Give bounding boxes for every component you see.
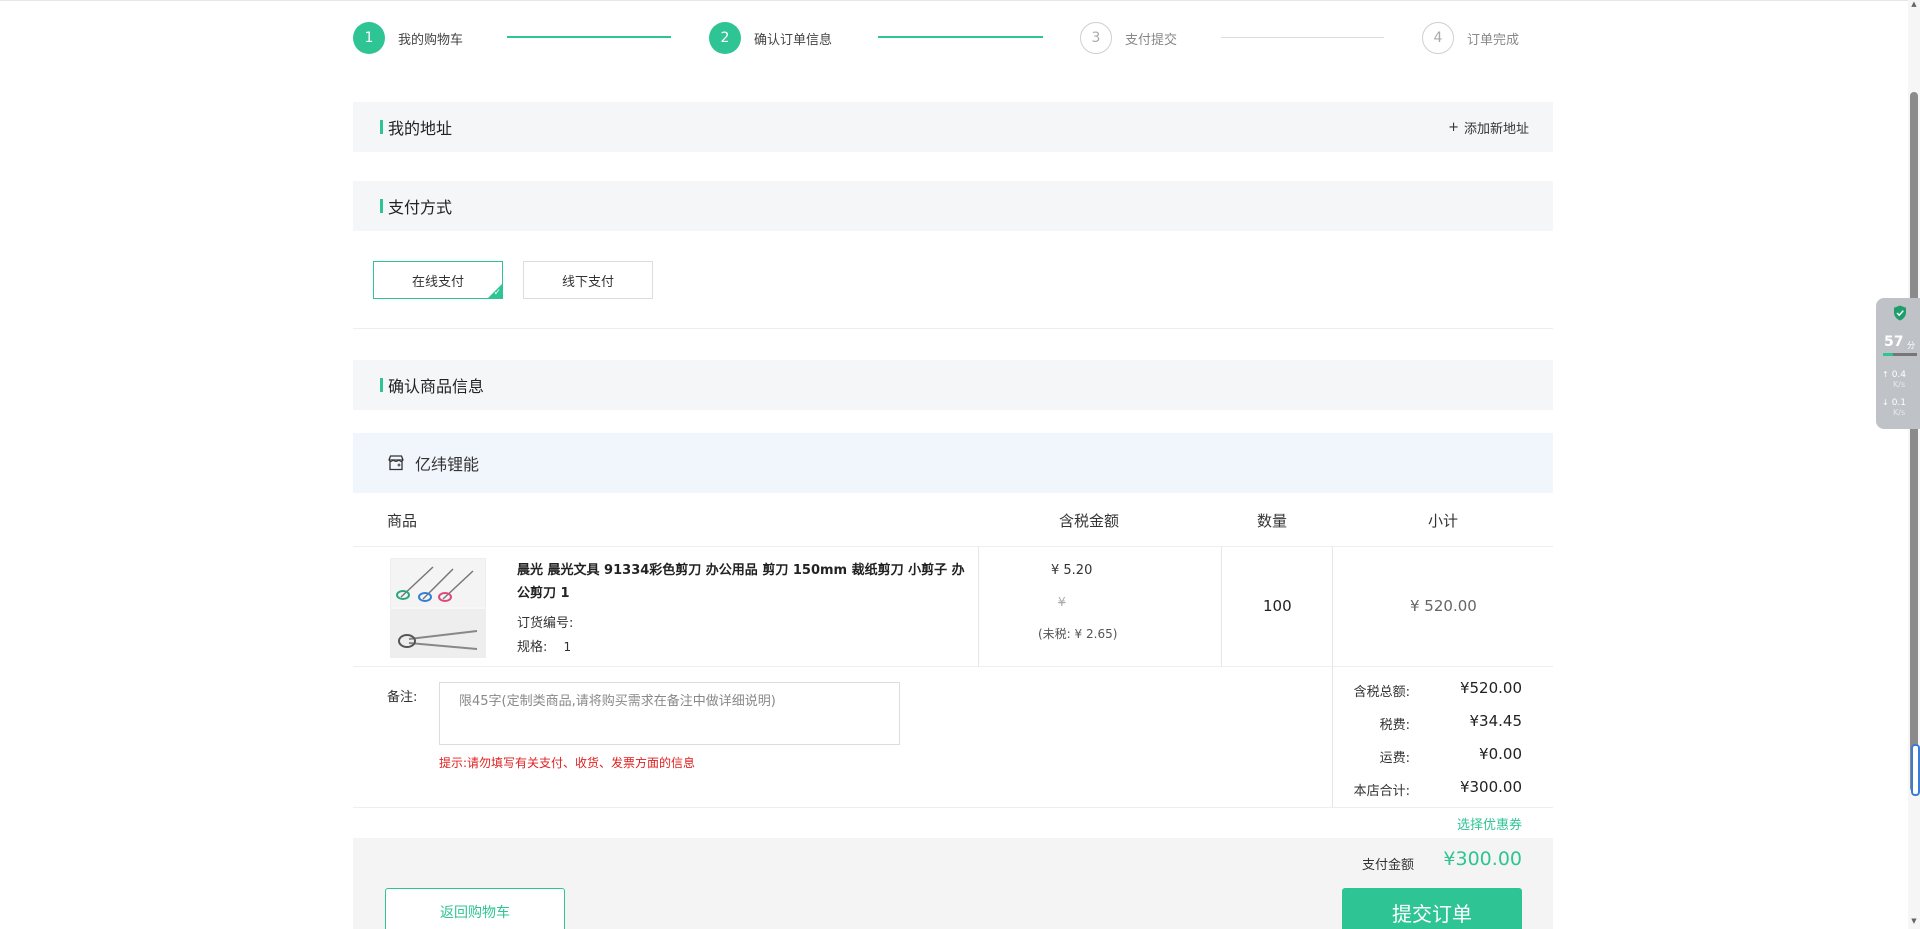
address-section: 我的地址 + 添加新地址	[353, 102, 1553, 152]
summary-divider	[353, 807, 1553, 808]
add-address-link[interactable]: + 添加新地址	[1448, 118, 1529, 137]
column-divider	[978, 547, 979, 667]
payment-option-label: 在线支付	[411, 274, 464, 290]
section-mark	[380, 378, 383, 392]
summary-label-store-total: 本店合计:	[1353, 784, 1410, 799]
product-spec: 规格: 1	[517, 636, 571, 655]
step-label: 支付提交	[1125, 32, 1178, 48]
scroll-up-icon[interactable]: ▲	[1910, 0, 1918, 8]
summary-label-shipping: 运费:	[1379, 751, 1410, 766]
summary-value-store-total: ¥300.00	[1459, 778, 1522, 796]
scissors-image	[391, 559, 485, 657]
upload-speed-unit: K/s	[1893, 380, 1906, 389]
column-divider	[1332, 547, 1333, 807]
step-payment: 3 支付提交	[1080, 21, 1177, 55]
download-arrow-icon: ↓	[1882, 398, 1889, 407]
section-mark	[380, 120, 383, 134]
section-mark	[380, 199, 383, 213]
payment-option-offline[interactable]: 线下支付	[523, 261, 653, 299]
top-border	[0, 0, 1920, 1]
shield-icon	[1894, 305, 1906, 321]
select-coupon-link[interactable]: 选择优惠券	[1440, 814, 1522, 833]
section-title: 支付方式	[388, 198, 453, 217]
plus-icon: +	[1448, 120, 1459, 135]
submit-order-button[interactable]: 提交订单	[1342, 888, 1522, 929]
pay-amount-label: 支付金额	[1362, 858, 1415, 873]
remark-hint: 提示:请勿填写有关支付、收货、发票方面的信息	[439, 756, 696, 770]
column-subtotal: 小计	[1428, 512, 1459, 530]
store-name: 亿纬锂能	[415, 455, 480, 474]
store-icon	[388, 455, 404, 471]
back-to-cart-button[interactable]: 返回购物车	[385, 888, 565, 929]
scroll-down-icon[interactable]: ▼	[1910, 917, 1918, 925]
step-cart: 1 我的购物车	[353, 21, 463, 55]
summary-label-tax: 税费:	[1379, 718, 1410, 733]
progress-steps: 1 我的购物车 2 确认订单信息 3 支付提交 4 订单完成	[353, 21, 1553, 55]
security-widget[interactable]: 57 分 ↑ 0.4 K/s ↓ 0.1 K/s	[1876, 298, 1920, 429]
side-indicator	[1911, 744, 1920, 796]
step-label: 订单完成	[1467, 32, 1520, 48]
check-icon: ✓	[493, 288, 501, 298]
checkout-page: 1 我的购物车 2 确认订单信息 3 支付提交 4 订单完成 我的地址 + 添加…	[0, 0, 1920, 929]
step-label: 我的购物车	[398, 32, 464, 48]
step-label: 确认订单信息	[754, 32, 833, 48]
store-header: 亿纬锂能	[353, 433, 1553, 493]
order-number-label: 订货编号:	[517, 616, 574, 631]
add-address-label: 添加新地址	[1463, 122, 1529, 137]
download-speed: ↓ 0.1 K/s	[1882, 398, 1906, 418]
remark-label: 备注:	[387, 690, 418, 705]
unit-price: ¥ 5.20	[1051, 563, 1093, 578]
goods-section: 确认商品信息	[353, 360, 1553, 410]
column-product: 商品	[387, 512, 418, 530]
step-connector	[507, 36, 671, 38]
column-qty: 数量	[1257, 512, 1288, 530]
header-divider	[353, 546, 1553, 547]
scrollbar-thumb[interactable]	[1910, 92, 1918, 792]
score-unit: 分	[1907, 341, 1915, 350]
summary-value-total: ¥520.00	[1459, 679, 1522, 697]
step-connector	[1221, 37, 1384, 38]
step-number: 3	[1080, 22, 1112, 54]
section-divider	[353, 328, 1553, 329]
column-price: 含税金额	[1059, 512, 1120, 530]
summary-value-tax: ¥34.45	[1469, 712, 1523, 730]
download-speed-unit: K/s	[1893, 408, 1906, 417]
original-price: ¥	[1058, 595, 1066, 609]
step-number: 4	[1422, 22, 1454, 54]
step-connector	[878, 36, 1043, 38]
security-score: 57	[1884, 334, 1904, 350]
payment-option-online[interactable]: 在线支付 ✓	[373, 261, 503, 299]
row-divider	[353, 666, 1553, 667]
quantity: 100	[1263, 597, 1292, 615]
step-complete: 4 订单完成	[1422, 21, 1519, 55]
payment-option-label: 线下支付	[561, 274, 614, 290]
download-speed-value: 0.1	[1891, 398, 1907, 408]
step-number: 1	[353, 22, 385, 54]
score-bar	[1883, 353, 1917, 356]
remark-input[interactable]	[439, 682, 900, 745]
pay-amount-value: ¥300.00	[1443, 848, 1522, 870]
step-confirm-order: 2 确认订单信息	[709, 21, 832, 55]
section-title: 确认商品信息	[388, 377, 485, 396]
order-number: 订货编号:	[517, 612, 585, 631]
summary-label-total: 含税总额:	[1353, 685, 1410, 700]
upload-speed: ↑ 0.4 K/s	[1882, 370, 1906, 390]
spec-value: 1	[563, 640, 572, 654]
payment-section: 支付方式	[353, 181, 1553, 231]
upload-arrow-icon: ↑	[1882, 370, 1889, 379]
step-number: 2	[709, 22, 741, 54]
spec-label: 规格:	[517, 640, 548, 655]
price-excluding-tax: (未税: ¥ 2.65)	[1038, 627, 1118, 641]
product-image[interactable]	[390, 558, 486, 658]
summary-value-shipping: ¥0.00	[1479, 745, 1522, 763]
section-title: 我的地址	[388, 119, 453, 138]
upload-speed-value: 0.4	[1891, 370, 1907, 380]
row-subtotal: ¥ 520.00	[1410, 597, 1477, 615]
column-divider	[1221, 547, 1222, 667]
product-title[interactable]: 晨光 晨光文具 91334彩色剪刀 办公用品 剪刀 150mm 裁纸剪刀 小剪子…	[517, 559, 972, 605]
